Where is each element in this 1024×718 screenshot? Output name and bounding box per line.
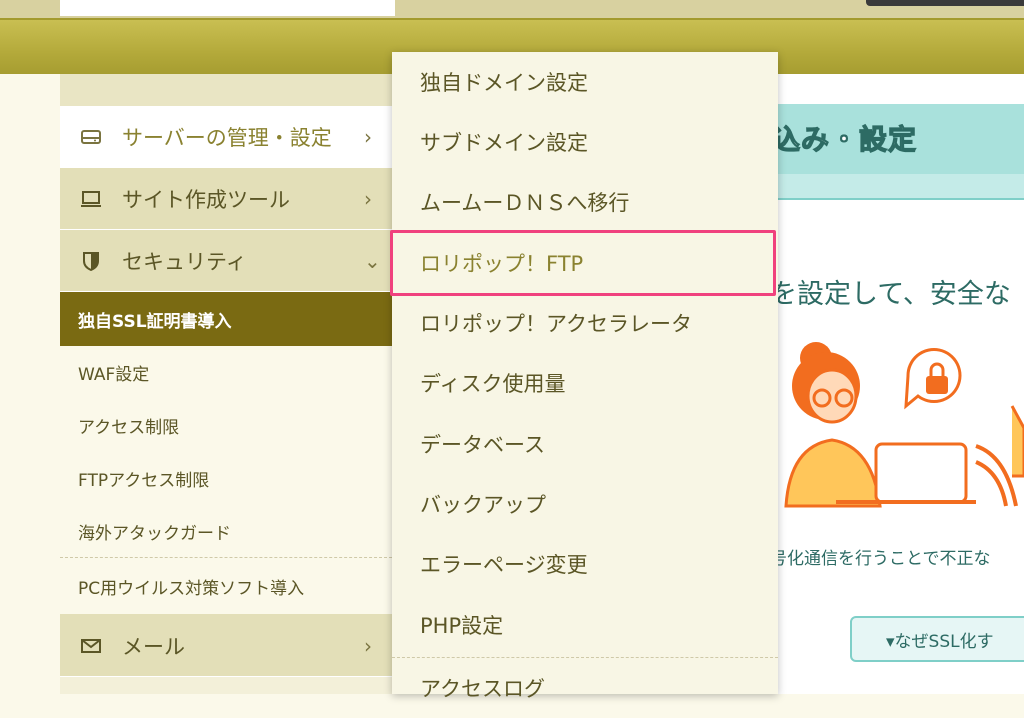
chevron-right-icon: ›: [364, 186, 372, 211]
sidebar-subitem-ftp-access-limit[interactable]: FTPアクセス制限: [60, 452, 392, 505]
security-illustration: [784, 342, 1024, 508]
menu-item-disk-usage[interactable]: ディスク使用量: [392, 353, 778, 413]
menu-item-lolipop-ftp[interactable]: ロリポップ！FTP: [392, 233, 778, 293]
menu-item-database[interactable]: データベース: [392, 414, 778, 474]
sidebar-item-server[interactable]: サーバーの管理・設定 ›: [60, 106, 392, 168]
sidebar-item-security[interactable]: セキュリティ ⌄: [60, 230, 392, 292]
lead-text: を設定して、安全な: [770, 279, 1011, 310]
sidebar-subitem-waf[interactable]: WAF設定: [60, 346, 392, 399]
sidebar-item-label: サーバーの管理・設定: [122, 125, 332, 150]
sidebar-item-label: セキュリティ: [122, 249, 247, 274]
server-icon: [78, 124, 104, 150]
chevron-right-icon: ›: [364, 633, 372, 658]
sidebar-subitem-antivirus[interactable]: PC用ウイルス対策ソフト導入: [60, 558, 392, 615]
header-dark-banner: [866, 0, 1024, 6]
sidebar-item-label: サイト作成ツール: [122, 187, 290, 212]
header-search-area: [60, 0, 395, 16]
menu-item-custom-domain[interactable]: 独自ドメイン設定: [392, 52, 778, 112]
laptop-icon: [78, 186, 104, 212]
sidebar-subitem-attack-guard[interactable]: 海外アタックガード: [60, 505, 392, 558]
description-text: 号化通信を行うことで不正な: [770, 549, 991, 569]
chevron-right-icon: ›: [364, 124, 372, 149]
sidebar-item-mail[interactable]: メール ›: [60, 615, 392, 677]
sidebar: サーバーの管理・設定 › サイト作成ツール › セキュリティ ⌄ 独自SSL証明…: [60, 74, 392, 694]
why-ssl-button[interactable]: ▾なぜSSL化す: [850, 616, 1024, 662]
menu-item-php-settings[interactable]: PHP設定: [392, 595, 778, 655]
sidebar-subitem-ssl[interactable]: 独自SSL証明書導入: [60, 292, 392, 346]
shield-icon: [78, 248, 104, 274]
sidebar-item-label: メール: [122, 634, 185, 659]
menu-item-accelerator[interactable]: ロリポップ！アクセラレータ: [392, 293, 778, 353]
menu-item-access-log[interactable]: アクセスログ: [392, 658, 778, 718]
sidebar-item-site-tools[interactable]: サイト作成ツール ›: [60, 168, 392, 230]
mail-icon: [78, 633, 104, 659]
server-settings-dropdown: 独自ドメイン設定 サブドメイン設定 ムームーＤＮＳへ移行 ロリポップ！FTP ロ…: [392, 52, 778, 701]
menu-item-backup[interactable]: バックアップ: [392, 474, 778, 534]
menu-item-muumuu-dns[interactable]: ムームーＤＮＳへ移行: [392, 172, 778, 232]
left-margin: [0, 74, 60, 694]
chevron-down-icon: ⌄: [364, 248, 381, 273]
menu-item-subdomain[interactable]: サブドメイン設定: [392, 112, 778, 172]
menu-item-error-page[interactable]: エラーページ変更: [392, 534, 778, 594]
section-title: 込み・設定: [771, 122, 918, 156]
sidebar-subitem-access-limit[interactable]: アクセス制限: [60, 399, 392, 452]
sidebar-top-gap: [60, 74, 392, 106]
